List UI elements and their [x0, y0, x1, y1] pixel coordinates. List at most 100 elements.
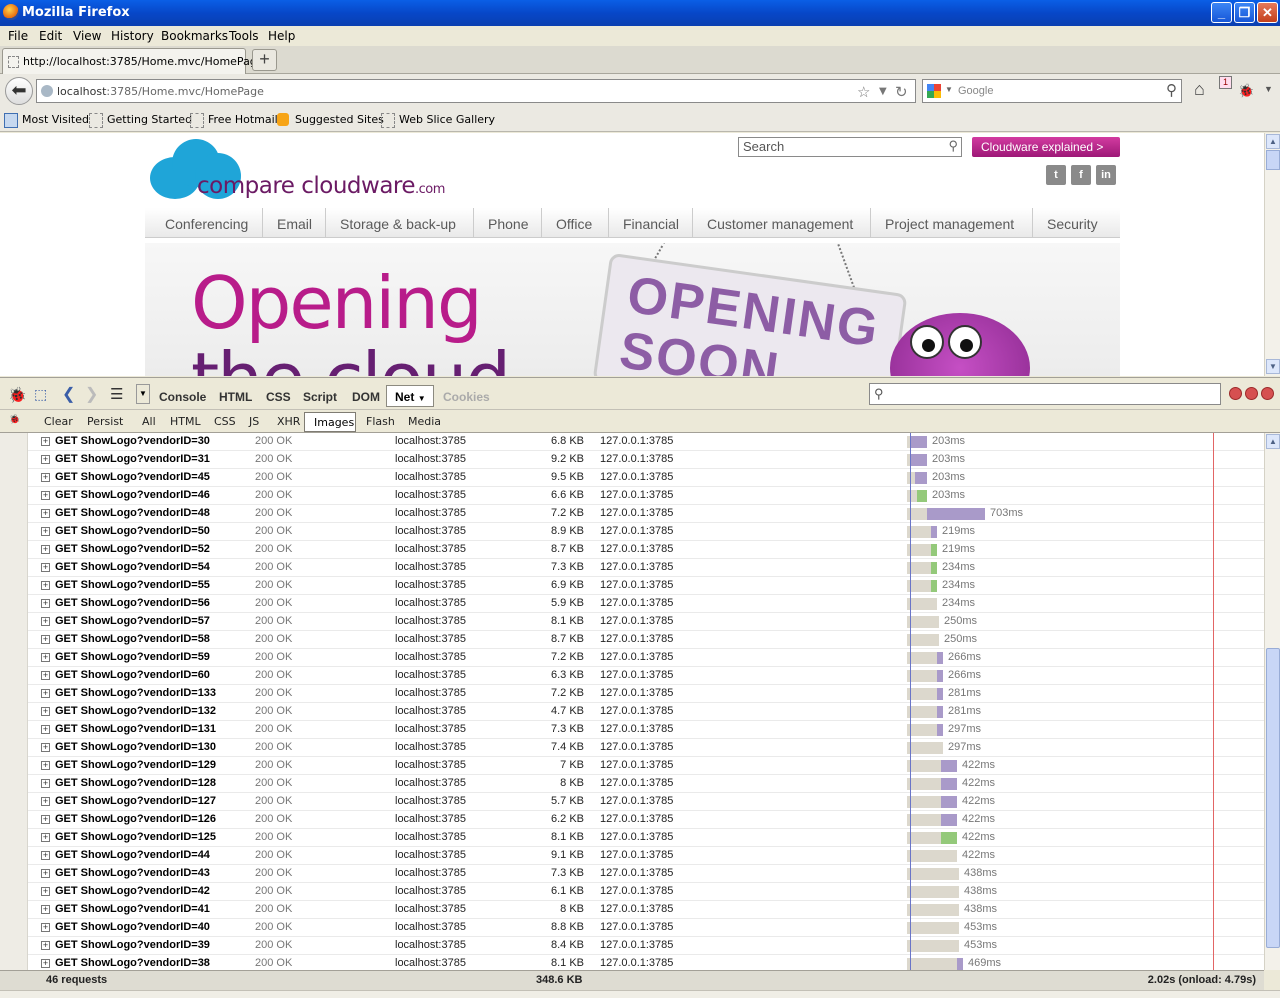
nav-financial[interactable]: Financial — [623, 216, 679, 232]
request-url[interactable]: GET ShowLogo?vendorID=130 — [55, 741, 216, 753]
engine-dropdown-icon[interactable]: ▼ — [945, 85, 953, 94]
menu-history[interactable]: History — [111, 29, 154, 43]
bookmark-suggested-sites[interactable]: Suggested Sites — [277, 113, 384, 126]
expand-icon[interactable]: + — [41, 617, 50, 626]
expand-icon[interactable]: + — [41, 491, 50, 500]
table-row[interactable]: + GET ShowLogo?vendorID=56 200 OK localhost… — [28, 595, 1264, 613]
request-url[interactable]: GET ShowLogo?vendorID=50 — [55, 525, 210, 537]
expand-icon[interactable]: + — [41, 689, 50, 698]
tab-cookies[interactable]: Cookies — [443, 390, 490, 404]
cloudware-explained-button[interactable]: Cloudware explained > — [972, 137, 1120, 157]
request-url[interactable]: GET ShowLogo?vendorID=30 — [55, 435, 210, 447]
dropdown-arrow-icon[interactable]: ▼ — [136, 384, 150, 404]
close-button[interactable]: ✕ — [1257, 2, 1278, 23]
table-row[interactable]: + GET ShowLogo?vendorID=42 200 OK localhost… — [28, 883, 1264, 901]
table-row[interactable]: + GET ShowLogo?vendorID=38 200 OK localhost… — [28, 955, 1264, 970]
inspect-icon[interactable]: ⬚ — [34, 386, 47, 403]
notification-badge[interactable]: 1 — [1219, 76, 1232, 89]
expand-icon[interactable]: + — [41, 455, 50, 464]
table-row[interactable]: + GET ShowLogo?vendorID=45 200 OK localhost… — [28, 469, 1264, 487]
expand-icon[interactable]: + — [41, 527, 50, 536]
request-url[interactable]: GET ShowLogo?vendorID=55 — [55, 579, 210, 591]
expand-icon[interactable]: + — [41, 437, 50, 446]
expand-icon[interactable]: + — [41, 599, 50, 608]
request-url[interactable]: GET ShowLogo?vendorID=57 — [55, 615, 210, 627]
expand-icon[interactable]: + — [41, 923, 50, 932]
scroll-up-icon[interactable]: ▲ — [1266, 134, 1280, 149]
firebug-icon[interactable]: 🐞 — [8, 386, 27, 404]
request-url[interactable]: GET ShowLogo?vendorID=60 — [55, 669, 210, 681]
scroll-thumb[interactable] — [1266, 150, 1280, 170]
expand-icon[interactable]: + — [41, 959, 50, 968]
table-row[interactable]: + GET ShowLogo?vendorID=130 200 OK localhos… — [28, 739, 1264, 757]
search-icon[interactable]: ⚲ — [948, 138, 958, 154]
filter-css[interactable]: CSS — [214, 415, 236, 428]
expand-icon[interactable]: + — [41, 653, 50, 662]
expand-icon[interactable]: + — [41, 833, 50, 842]
table-row[interactable]: + GET ShowLogo?vendorID=43 200 OK localhost… — [28, 865, 1264, 883]
scroll-up-icon[interactable]: ▲ — [1266, 434, 1280, 449]
request-url[interactable]: GET ShowLogo?vendorID=126 — [55, 813, 216, 825]
table-row[interactable]: + GET ShowLogo?vendorID=132 200 OK localhos… — [28, 703, 1264, 721]
table-row[interactable]: + GET ShowLogo?vendorID=126 200 OK localhos… — [28, 811, 1264, 829]
nav-phone[interactable]: Phone — [488, 216, 528, 232]
hero-banner[interactable]: Opening the cloud OPENING SOON — [145, 243, 1120, 376]
request-url[interactable]: GET ShowLogo?vendorID=59 — [55, 651, 210, 663]
maximize-button[interactable]: ❐ — [1234, 2, 1255, 23]
minimize-button[interactable]: _ — [1211, 2, 1232, 23]
bookmark-most-visited[interactable]: Most Visited — [4, 113, 89, 128]
expand-icon[interactable]: + — [41, 509, 50, 518]
filter-xhr[interactable]: XHR — [277, 415, 300, 428]
bookmark-getting-started[interactable]: Getting Started — [89, 113, 192, 128]
reload-icon[interactable]: ↻ — [895, 83, 908, 101]
request-url[interactable]: GET ShowLogo?vendorID=48 — [55, 507, 210, 519]
menu-arrow-icon[interactable]: ▼ — [1264, 84, 1273, 94]
expand-icon[interactable]: + — [41, 887, 50, 896]
request-url[interactable]: GET ShowLogo?vendorID=31 — [55, 453, 210, 465]
nav-storage[interactable]: Storage & back-up — [340, 216, 456, 232]
table-row[interactable]: + GET ShowLogo?vendorID=58 200 OK localhost… — [28, 631, 1264, 649]
expand-icon[interactable]: + — [41, 779, 50, 788]
table-row[interactable]: + GET ShowLogo?vendorID=44 200 OK localhost… — [28, 847, 1264, 865]
expand-icon[interactable]: + — [41, 707, 50, 716]
search-engine-box[interactable]: ▼ Google ⚲ — [922, 79, 1182, 103]
tab-html[interactable]: HTML — [219, 390, 252, 404]
filter-media[interactable]: Media — [408, 415, 441, 428]
expand-icon[interactable]: + — [41, 635, 50, 644]
expand-icon[interactable]: + — [41, 473, 50, 482]
menu-view[interactable]: View — [73, 29, 101, 43]
table-row[interactable]: + GET ShowLogo?vendorID=40 200 OK localhost… — [28, 919, 1264, 937]
table-row[interactable]: + GET ShowLogo?vendorID=50 200 OK localhost… — [28, 523, 1264, 541]
back-button[interactable]: ⬅ — [5, 77, 33, 105]
table-row[interactable]: + GET ShowLogo?vendorID=31 200 OK localhost… — [28, 451, 1264, 469]
menu-file[interactable]: File — [8, 29, 28, 43]
table-row[interactable]: + GET ShowLogo?vendorID=60 200 OK localhost… — [28, 667, 1264, 685]
request-url[interactable]: GET ShowLogo?vendorID=58 — [55, 633, 210, 645]
menu-help[interactable]: Help — [268, 29, 295, 43]
table-row[interactable]: + GET ShowLogo?vendorID=41 200 OK localhost… — [28, 901, 1264, 919]
expand-icon[interactable]: + — [41, 725, 50, 734]
request-url[interactable]: GET ShowLogo?vendorID=45 — [55, 471, 210, 483]
new-tab-button[interactable]: + — [252, 49, 277, 71]
request-url[interactable]: GET ShowLogo?vendorID=40 — [55, 921, 210, 933]
table-row[interactable]: + GET ShowLogo?vendorID=55 200 OK localhost… — [28, 577, 1264, 595]
expand-icon[interactable]: + — [41, 671, 50, 680]
table-row[interactable]: + GET ShowLogo?vendorID=127 200 OK localhos… — [28, 793, 1264, 811]
star-icon[interactable]: ☆ — [857, 83, 870, 101]
address-bar[interactable]: localhost:3785/Home.mvc/HomePage ☆ ▼ ↻ — [36, 79, 916, 103]
expand-icon[interactable]: + — [41, 815, 50, 824]
scroll-down-icon[interactable]: ▼ — [1266, 359, 1280, 374]
expand-icon[interactable]: + — [41, 545, 50, 554]
bookmark-web-slice-gallery[interactable]: Web Slice Gallery — [381, 113, 495, 128]
request-url[interactable]: GET ShowLogo?vendorID=39 — [55, 939, 210, 951]
table-row[interactable]: + GET ShowLogo?vendorID=48 200 OK localhost… — [28, 505, 1264, 523]
nav-email[interactable]: Email — [277, 216, 312, 232]
nav-security[interactable]: Security — [1047, 216, 1098, 232]
persist-button[interactable]: Persist — [87, 415, 123, 428]
table-row[interactable]: + GET ShowLogo?vendorID=30 200 OK localhost… — [28, 433, 1264, 451]
request-url[interactable]: GET ShowLogo?vendorID=44 — [55, 849, 210, 861]
table-row[interactable]: + GET ShowLogo?vendorID=46 200 OK localhost… — [28, 487, 1264, 505]
home-icon[interactable]: ⌂ — [1194, 79, 1205, 100]
request-url[interactable]: GET ShowLogo?vendorID=43 — [55, 867, 210, 879]
request-url[interactable]: GET ShowLogo?vendorID=42 — [55, 885, 210, 897]
